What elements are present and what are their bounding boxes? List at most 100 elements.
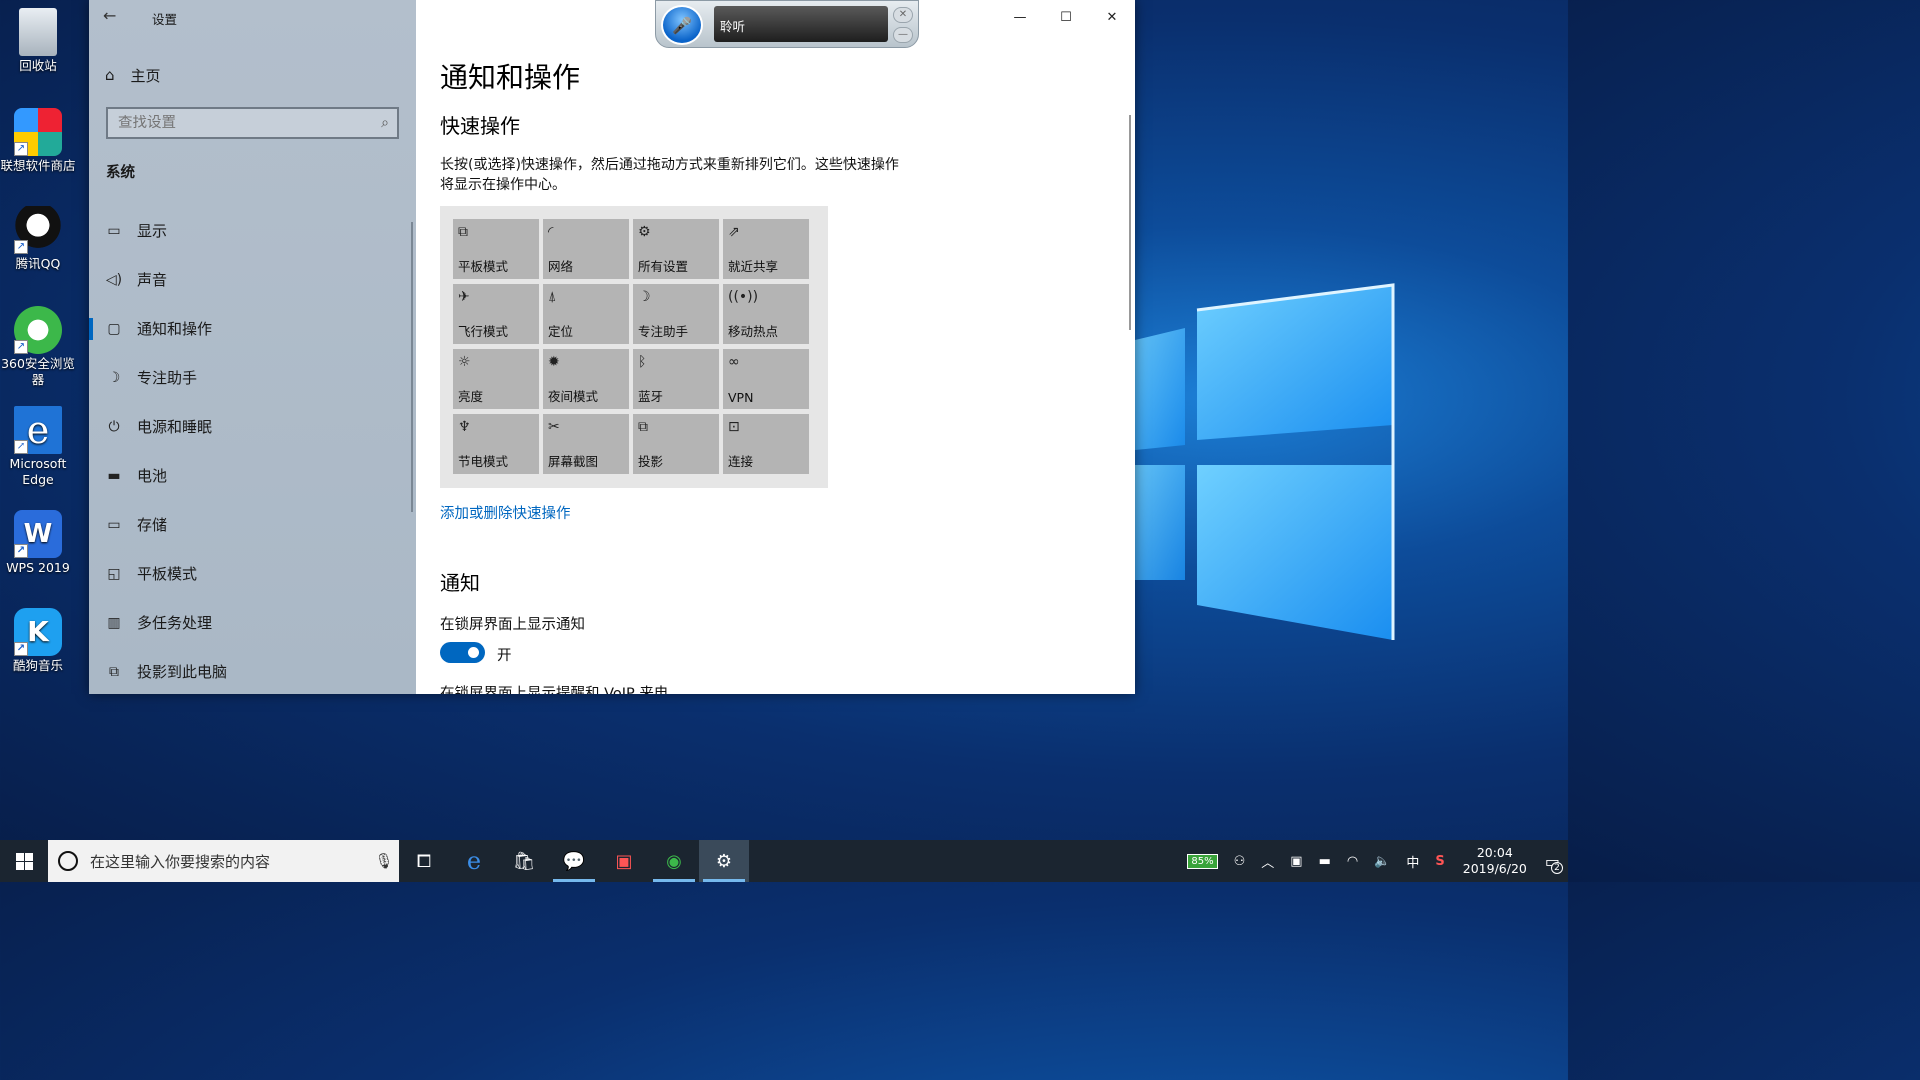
battery-percent-indicator[interactable]: 85%	[1179, 840, 1225, 882]
qa-tile-airplane[interactable]: ✈ 飞行模式	[453, 284, 539, 344]
sidebar-item-focus-assist[interactable]: ☽ 专注助手	[89, 353, 416, 402]
lenovo-store-icon[interactable]: ▣	[599, 840, 649, 882]
monitor-icon: ▭	[107, 222, 121, 239]
content-scrollbar[interactable]	[1129, 115, 1131, 330]
ime-indicator[interactable]: 中	[1398, 840, 1427, 882]
back-arrow-icon[interactable]: ←	[103, 6, 125, 28]
microphone-icon[interactable]: 🎙	[369, 852, 399, 870]
title-bar: ← 设置	[89, 0, 416, 34]
qa-tile-all-settings[interactable]: ⚙ 所有设置	[633, 219, 719, 279]
store-icon[interactable]: 🛍	[499, 840, 549, 882]
connect-icon: ⊡	[728, 419, 740, 435]
multitask-icon: ▥	[107, 614, 121, 631]
chevron-up-icon[interactable]: ︿	[1253, 840, 1282, 882]
desktop-icon-qq[interactable]: ↗ 腾讯QQ	[0, 206, 76, 272]
360-browser-icon: ↗	[14, 306, 62, 354]
sidebar-item-storage[interactable]: ▭ 存储	[89, 500, 416, 549]
task-view-icon[interactable]: ⧠	[399, 840, 449, 882]
sidebar-item-project[interactable]: ⧉ 投影到此电脑	[89, 647, 416, 696]
qa-tile-location[interactable]: ⍋ 定位	[543, 284, 629, 344]
add-remove-quick-actions-link[interactable]: 添加或删除快速操作	[440, 502, 571, 523]
sidebar-item-notifications[interactable]: ▢ 通知和操作	[89, 304, 416, 353]
airplane-icon: ✈	[458, 289, 470, 305]
sidebar-scrollbar[interactable]	[411, 222, 413, 512]
windows-logo-wallpaper	[1135, 283, 1395, 640]
qa-tile-night-light[interactable]: ✹ 夜间模式	[543, 349, 629, 409]
power-icon: ⏻	[108, 418, 120, 435]
qa-tile-tablet-mode[interactable]: ⧉ 平板模式	[453, 219, 539, 279]
desktop-icon-wps[interactable]: W ↗ WPS 2019	[0, 510, 76, 576]
sidebar-item-sound[interactable]: ◁) 声音	[89, 255, 416, 304]
voice-minimize-icon[interactable]: —	[893, 27, 913, 43]
maximize-icon[interactable]: ☐	[1043, 0, 1089, 34]
tablet-icon: ◱	[107, 565, 121, 582]
notification-count-badge: 2	[1551, 862, 1563, 874]
sidebar-item-home[interactable]: ⌂ 主页	[105, 64, 161, 86]
sidebar-item-multitask[interactable]: ▥ 多任务处理	[89, 598, 416, 647]
settings-gear-icon[interactable]: ⚙	[699, 840, 749, 882]
edge-icon[interactable]: e	[449, 840, 499, 882]
wechat-icon[interactable]: 💬	[549, 840, 599, 882]
quick-actions-panel: ⧉ 平板模式 ◜ 网络 ⚙ 所有设置 ⇗ 就近共享 ✈ 飞行模式 ⍋ 定位 ☽ 专注助手 ((…	[440, 206, 828, 488]
moon-icon: ☽	[107, 369, 121, 386]
qa-tile-network[interactable]: ◜ 网络	[543, 219, 629, 279]
wifi-icon[interactable]: ◠	[1339, 840, 1366, 882]
qa-tile-connect[interactable]: ⊡ 连接	[723, 414, 809, 474]
desktop-icon-recycle-bin[interactable]: 回收站	[0, 8, 76, 74]
lockscreen-notifications-label: 在锁屏界面上显示通知	[440, 617, 585, 633]
wps-icon: W ↗	[14, 510, 62, 558]
toggle-state-label: 开	[497, 648, 512, 664]
sidebar-item-display[interactable]: ▭ 显示	[89, 206, 416, 255]
qa-tile-battery-saver[interactable]: ♆ 节电模式	[453, 414, 539, 474]
360-browser-icon[interactable]: ◉	[649, 840, 699, 882]
volume-icon[interactable]: 🔈	[1366, 840, 1398, 882]
desktop-icon-edge[interactable]: e ↗ Microsoft Edge	[0, 406, 76, 488]
taskbar-search[interactable]: 在这里输入你要搜索的内容 🎙	[48, 840, 399, 882]
sidebar-item-tablet[interactable]: ◱ 平板模式	[89, 549, 416, 598]
sidebar-item-battery[interactable]: ▬ 电池	[89, 451, 416, 500]
sidebar-section-title: 系统	[106, 165, 135, 181]
vpn-icon: ∞	[728, 354, 740, 370]
search-input[interactable]	[108, 115, 373, 131]
qa-tile-screen-snip[interactable]: ✂ 屏幕截图	[543, 414, 629, 474]
people-icon[interactable]: ⚇	[1226, 840, 1254, 882]
clock-time: 20:04	[1476, 845, 1513, 860]
edge-icon: e ↗	[14, 406, 62, 454]
shortcut-arrow-icon: ↗	[14, 440, 28, 454]
search-icon[interactable]: ⌕	[373, 115, 397, 131]
battery-icon[interactable]: ▬	[1311, 840, 1339, 882]
qa-tile-bluetooth[interactable]: ᛒ 蓝牙	[633, 349, 719, 409]
kugou-icon: K ↗	[14, 608, 62, 656]
qa-tile-brightness[interactable]: ☼ 亮度	[453, 349, 539, 409]
microphone-icon[interactable]: 🎤	[661, 5, 703, 45]
sidebar-item-power[interactable]: ⏻ 电源和睡眠	[89, 402, 416, 451]
qa-tile-nearby-share[interactable]: ⇗ 就近共享	[723, 219, 809, 279]
settings-sidebar: ← 设置 ⌂ 主页 ⌕ 系统 ▭ 显示 ◁) 声音 ▢ 通知和操作	[89, 0, 416, 694]
settings-window: ← 设置 ⌂ 主页 ⌕ 系统 ▭ 显示 ◁) 声音 ▢ 通知和操作	[89, 0, 1135, 694]
qa-tile-hotspot[interactable]: ((•)) 移动热点	[723, 284, 809, 344]
desktop-icon-360-browser[interactable]: ↗ 360安全浏览器	[0, 306, 76, 388]
qa-tile-focus-assist[interactable]: ☽ 专注助手	[633, 284, 719, 344]
sogou-ime-icon[interactable]: S	[1427, 840, 1452, 882]
shortcut-arrow-icon: ↗	[14, 340, 28, 354]
gear-icon: ⚙	[638, 224, 651, 240]
shortcut-arrow-icon: ↗	[14, 642, 28, 656]
sidebar-item-label: 主页	[130, 66, 161, 85]
desktop-icon-kugou[interactable]: K ↗ 酷狗音乐	[0, 608, 76, 674]
desktop-icon-lenovo-store[interactable]: ↗ 联想软件商店	[0, 108, 76, 174]
shortcut-arrow-icon: ↗	[14, 142, 28, 156]
close-icon[interactable]: ✕	[1089, 0, 1135, 34]
clock[interactable]: 20:04 2019/6/20	[1453, 845, 1537, 877]
security-center-icon[interactable]: ▣	[1282, 840, 1310, 882]
qa-tile-project[interactable]: ⧉ 投影	[633, 414, 719, 474]
lockscreen-notifications-toggle[interactable]	[440, 642, 485, 663]
shortcut-arrow-icon: ↗	[14, 240, 28, 254]
minimize-icon[interactable]: —	[997, 0, 1043, 34]
start-button[interactable]	[0, 840, 48, 882]
action-center-icon[interactable]: ▭ 2	[1537, 840, 1568, 882]
qa-tile-vpn[interactable]: ∞ VPN	[723, 349, 809, 409]
notifications-heading: 通知	[440, 571, 480, 595]
lenovo-store-icon: ↗	[14, 108, 62, 156]
taskbar-search-placeholder: 在这里输入你要搜索的内容	[90, 852, 271, 871]
voice-close-icon[interactable]: ✕	[893, 7, 913, 23]
